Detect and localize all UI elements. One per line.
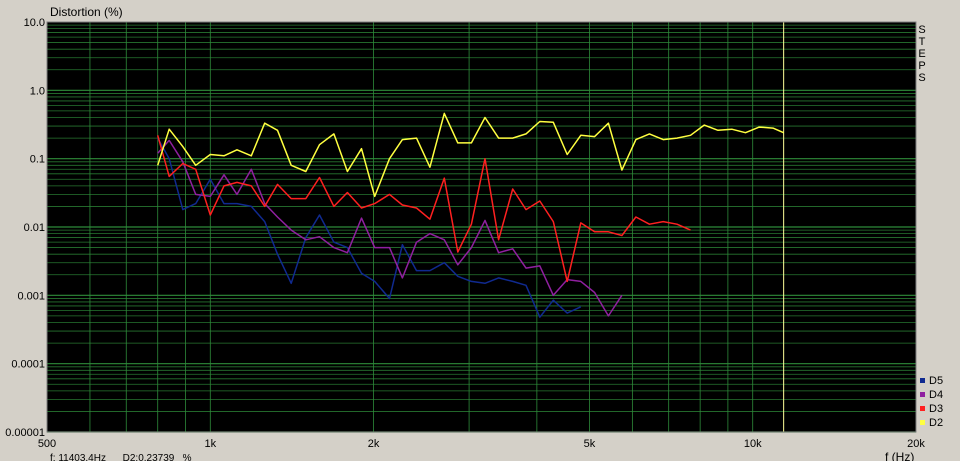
legend-swatch-d2 bbox=[920, 420, 925, 425]
y-tick-labels: 10.01.00.10.010.0010.00010.00001 bbox=[5, 17, 45, 439]
y-tick-label: 0.1 bbox=[30, 154, 45, 166]
steps-letter: T bbox=[919, 36, 926, 48]
x-tick-labels: 500 1k 2k 5k 10k 20k bbox=[38, 438, 926, 450]
y-tick-label: 0.01 bbox=[24, 222, 45, 234]
legend-swatch-d5 bbox=[920, 378, 925, 383]
steps-side-label: STEPS bbox=[918, 24, 925, 84]
cursor-readout: f: 11403.4Hz D2:0.23739 % bbox=[50, 453, 192, 461]
x-tick-label: 10k bbox=[744, 438, 762, 450]
x-tick-label: 20k bbox=[907, 438, 925, 450]
y-tick-label: 1.0 bbox=[30, 85, 45, 97]
x-tick-label: 5k bbox=[584, 438, 596, 450]
x-tick-label: 1k bbox=[204, 438, 216, 450]
y-tick-label: 0.001 bbox=[17, 290, 45, 302]
legend-label-d2: D2 bbox=[929, 417, 943, 429]
legend-label-d3: D3 bbox=[929, 403, 943, 415]
legend-swatch-d4 bbox=[920, 392, 925, 397]
steps-letter: S bbox=[918, 24, 925, 36]
legend-swatch-d3 bbox=[920, 406, 925, 411]
steps-letter: P bbox=[918, 60, 925, 72]
y-axis-title: Distortion (%) bbox=[50, 5, 123, 19]
steps-letter: E bbox=[918, 48, 925, 60]
steps-letter: S bbox=[918, 72, 925, 84]
legend-label-d4: D4 bbox=[929, 389, 943, 401]
x-tick-label: 2k bbox=[368, 438, 380, 450]
legend-label-d5: D5 bbox=[929, 375, 943, 387]
x-tick-label: 500 bbox=[38, 438, 56, 450]
y-tick-label: 0.0001 bbox=[11, 359, 45, 371]
y-tick-label: 10.0 bbox=[24, 17, 45, 29]
distortion-chart: 10.01.00.10.010.0010.00010.00001 500 1k 2k… bbox=[5, 5, 943, 461]
legend: D5 D4 D3 D2 bbox=[920, 375, 943, 429]
x-axis-title: f (Hz) bbox=[885, 450, 914, 461]
